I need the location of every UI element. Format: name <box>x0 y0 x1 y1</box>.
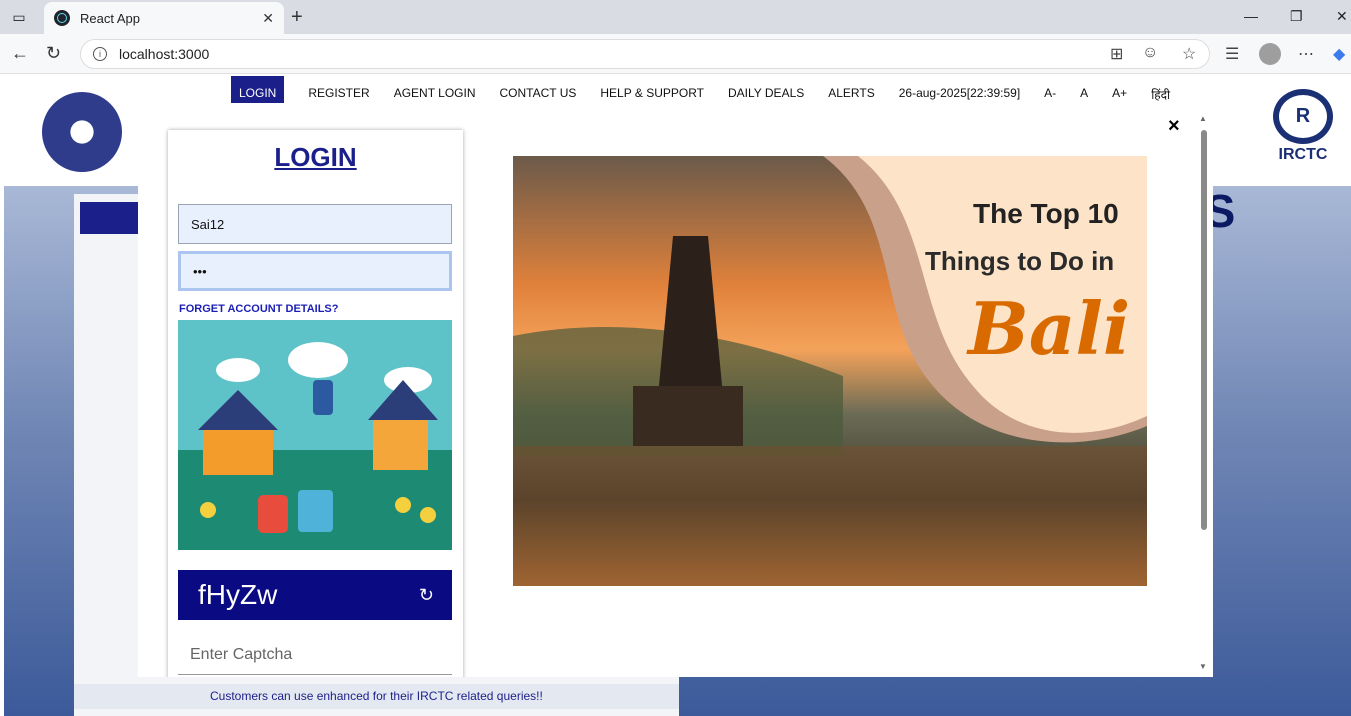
minimize-icon[interactable]: — <box>1244 8 1258 24</box>
irctc-logo-text: IRCTC <box>1278 146 1328 163</box>
back-icon[interactable]: ← <box>11 43 29 64</box>
footer-notice: Customers can use enhanced for their IRC… <box>74 684 679 709</box>
nav-daily-deals[interactable]: DAILY DEALS <box>728 86 804 103</box>
captcha-input[interactable] <box>178 635 452 675</box>
sidebar-toggle-icon[interactable]: ▭ <box>8 6 30 28</box>
captcha-box: fHyZw ↻ <box>178 570 452 620</box>
browser-tab[interactable]: React App ✕ <box>44 2 284 34</box>
banner-line-1: The Top 10 <box>973 198 1119 229</box>
nav-alerts[interactable]: ALERTS <box>828 86 874 103</box>
login-title: LOGIN <box>274 142 357 172</box>
app-icon[interactable]: ⊞ <box>1110 44 1123 64</box>
password-input[interactable] <box>178 251 452 291</box>
font-decrease[interactable]: A- <box>1044 86 1056 103</box>
login-modal: × ▲ ▼ LOGIN FORGET ACCOUNT DETAILS? <box>138 106 1213 677</box>
language-hindi[interactable]: हिंदी <box>1151 86 1170 103</box>
url-text: localhost:3000 <box>119 46 210 62</box>
nav-agent-login[interactable]: AGENT LOGIN <box>394 86 476 103</box>
captcha-text: fHyZw <box>198 579 278 610</box>
favorite-star-icon[interactable]: ☆ <box>1182 44 1196 64</box>
login-card: LOGIN FORGET ACCOUNT DETAILS? <box>168 130 463 677</box>
nav-help-support[interactable]: HELP & SUPPORT <box>600 86 704 103</box>
scroll-thumb[interactable] <box>1201 130 1207 530</box>
tab-close-icon[interactable]: ✕ <box>262 10 274 27</box>
nav-contact-us[interactable]: CONTACT US <box>499 86 576 103</box>
nav-datetime: 26-aug-2025[22:39:59] <box>898 86 1021 100</box>
indian-railways-logo <box>42 92 122 172</box>
tab-title: React App <box>80 10 140 26</box>
font-normal[interactable]: A <box>1080 86 1088 103</box>
address-bar-row: ← ↻ i localhost:3000 ⊞ ☺ ☆ ☰ ⋯ ◆ <box>0 34 1351 74</box>
booking-tab[interactable] <box>80 202 140 234</box>
restore-icon[interactable]: ❐ <box>1290 8 1303 25</box>
font-increase[interactable]: A+ <box>1112 86 1127 103</box>
scroll-down-icon[interactable]: ▼ <box>1199 662 1207 671</box>
forgot-account-link[interactable]: FORGET ACCOUNT DETAILS? <box>179 303 339 315</box>
site-info-icon[interactable]: i <box>93 47 107 61</box>
window-close-icon[interactable]: ✕ <box>1336 8 1348 25</box>
new-tab-icon[interactable]: + <box>291 6 303 29</box>
modal-close-button[interactable]: × <box>1168 116 1180 136</box>
url-field[interactable]: i localhost:3000 <box>80 39 1210 69</box>
favorites-icon[interactable]: ☰ <box>1225 44 1239 64</box>
banner-line-2: Things to Do in <box>925 246 1115 276</box>
modal-scrollbar[interactable]: ▲ ▼ <box>1199 114 1209 671</box>
profile-avatar[interactable] <box>1259 43 1281 65</box>
login-illustration <box>178 320 452 550</box>
browser-tab-bar: ▭ React App ✕ + — ❐ ✕ <box>0 0 1351 34</box>
react-favicon-icon <box>54 10 70 26</box>
more-menu-icon[interactable]: ⋯ <box>1298 44 1314 64</box>
scroll-up-icon[interactable]: ▲ <box>1199 114 1207 123</box>
irctc-logo: R IRCTC <box>1268 89 1338 169</box>
copilot-icon[interactable]: ◆ <box>1333 44 1345 64</box>
refresh-captcha-icon[interactable]: ↻ <box>419 585 434 606</box>
reload-icon[interactable]: ↻ <box>46 43 61 64</box>
reader-icon[interactable]: ☺ <box>1142 44 1158 62</box>
username-input[interactable] <box>178 204 452 244</box>
nav-login[interactable]: LOGIN <box>231 76 285 103</box>
top-nav: LOGIN REGISTER AGENT LOGIN CONTACT US HE… <box>231 76 1170 103</box>
bali-banner-image: The Top 10 Things to Do in Bali <box>513 156 1147 586</box>
banner-line-3: Bali <box>968 286 1131 371</box>
nav-register[interactable]: REGISTER <box>308 86 369 103</box>
